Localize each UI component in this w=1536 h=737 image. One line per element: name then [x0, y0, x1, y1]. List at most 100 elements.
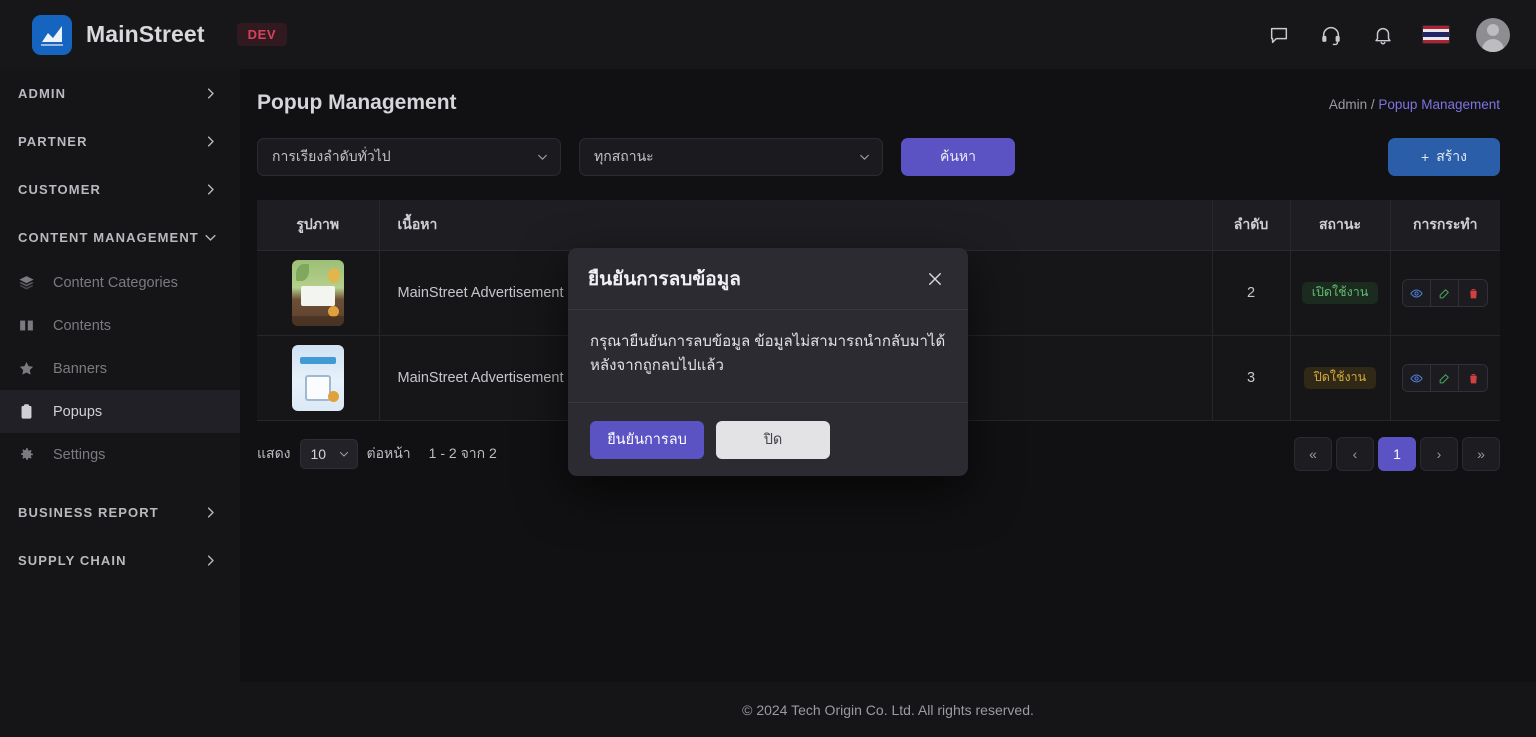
pagination-last[interactable]: »	[1462, 437, 1500, 471]
brand-name: MainStreet	[86, 21, 205, 47]
cell-status: ปิดใช้งาน	[1290, 335, 1391, 421]
pagination-prev[interactable]: ‹	[1336, 437, 1374, 471]
sidebar-section-label: PARTNER	[18, 133, 88, 149]
close-modal-button[interactable]: ปิด	[716, 420, 830, 459]
plus-icon: +	[1421, 149, 1430, 165]
pagination-first[interactable]: «	[1294, 437, 1332, 471]
eye-icon[interactable]	[1403, 280, 1432, 306]
breadcrumb: Admin / Popup Management	[1329, 97, 1500, 112]
popup-thumbnail[interactable]	[291, 345, 344, 411]
create-button-label: สร้าง	[1436, 148, 1467, 164]
chat-icon[interactable]	[1266, 22, 1292, 48]
sidebar-item-label: Banners	[53, 360, 108, 377]
breadcrumb-parent[interactable]: Admin	[1329, 97, 1367, 112]
sidebar-section-label: CUSTOMER	[18, 181, 101, 197]
bell-icon[interactable]	[1370, 22, 1396, 48]
thai-flag-icon[interactable]	[1422, 25, 1450, 44]
cell-actions	[1390, 335, 1500, 421]
page-size-value: 10	[310, 446, 327, 462]
header-content: เนื้อหา	[379, 200, 1213, 251]
sidebar-section-label: BUSINESS REPORT	[18, 504, 159, 520]
sidebar-section-business-report[interactable]: BUSINESS REPORT	[0, 488, 240, 536]
cell-actions	[1390, 250, 1500, 336]
sidebar-item-popups[interactable]: Popups	[0, 390, 240, 433]
chevron-right-icon	[203, 86, 218, 101]
modal-footer: ยืนยันการลบ ปิด	[568, 403, 968, 476]
page-title: Popup Management	[257, 91, 457, 114]
header-actions: การกระทำ	[1390, 200, 1500, 251]
sidebar-item-settings[interactable]: Settings	[0, 433, 240, 476]
table-header-row: รูปภาพ เนื้อหา ลำดับ สถานะ การกระทำ	[257, 200, 1500, 251]
pagination-page-1[interactable]: 1	[1378, 437, 1416, 471]
action-group	[1402, 279, 1489, 307]
sidebar-item-banners[interactable]: Banners	[0, 347, 240, 390]
support-headset-icon[interactable]	[1318, 22, 1344, 48]
trash-icon[interactable]	[1459, 280, 1488, 306]
sidebar-item-label: Contents	[53, 317, 112, 334]
filter-bar: การเรียงลำดับทั่วไป ทุกสถานะ ค้นหา + สร้…	[240, 115, 1536, 176]
edit-icon[interactable]	[1431, 280, 1460, 306]
cell-status: เปิดใช้งาน	[1290, 250, 1391, 336]
header-order: ลำดับ	[1212, 200, 1291, 251]
chevron-right-icon	[203, 134, 218, 149]
search-button[interactable]: ค้นหา	[901, 138, 1015, 176]
modal-body: กรุณายืนยันการลบข้อมูล ข้อมูลไม่สามารถนำ…	[568, 310, 968, 403]
result-range: 1 - 2 จาก 2	[428, 445, 497, 461]
modal-header: ยืนยันการลบข้อมูล	[568, 248, 968, 310]
mainstreet-logo-icon	[32, 14, 72, 55]
per-page-label: ต่อหน้า	[366, 445, 411, 461]
avatar[interactable]	[1476, 17, 1510, 52]
page-header: Popup Management Admin / Popup Managemen…	[240, 69, 1536, 115]
top-bar-actions	[1266, 17, 1536, 52]
sidebar-item-contents[interactable]: Contents	[0, 304, 240, 347]
sidebar-section-content-management[interactable]: CONTENT MANAGEMENT	[0, 213, 240, 261]
create-button[interactable]: + สร้าง	[1388, 138, 1500, 176]
chevron-right-icon	[203, 505, 218, 520]
sidebar-section-supply-chain[interactable]: SUPPLY CHAIN	[0, 536, 240, 584]
sidebar-section-label: ADMIN	[18, 85, 67, 101]
sidebar-section-partner[interactable]: PARTNER	[0, 117, 240, 165]
breadcrumb-current: Popup Management	[1378, 97, 1500, 112]
trash-icon[interactable]	[1459, 365, 1488, 391]
sort-select[interactable]: การเรียงลำดับทั่วไป	[257, 138, 561, 176]
cell-order: 3	[1212, 335, 1291, 421]
sidebar-item-label: Settings	[53, 446, 106, 463]
env-badge: DEV	[236, 23, 288, 46]
eye-icon[interactable]	[1403, 365, 1432, 391]
brand[interactable]: MainStreet	[0, 14, 205, 55]
top-bar: MainStreet DEV	[0, 0, 1536, 69]
status-badge: ปิดใช้งาน	[1303, 367, 1377, 389]
sidebar-section-customer[interactable]: CUSTOMER	[0, 165, 240, 213]
delete-confirm-modal: ยืนยันการลบข้อมูล กรุณายืนยันการลบข้อมูล…	[568, 248, 968, 476]
book-icon	[18, 317, 40, 334]
star-icon	[18, 360, 40, 377]
footer: © 2024 Tech Origin Co. Ltd. All rights r…	[240, 682, 1536, 737]
popup-thumbnail[interactable]	[291, 260, 344, 326]
chevron-down-icon	[338, 448, 350, 460]
edit-icon[interactable]	[1431, 365, 1460, 391]
sidebar-section-admin[interactable]: ADMIN	[0, 69, 240, 117]
sidebar-item-label: Popups	[53, 403, 103, 420]
table-head: รูปภาพ เนื้อหา ลำดับ สถานะ การกระทำ	[257, 200, 1500, 251]
pagination-next[interactable]: ›	[1420, 437, 1458, 471]
close-icon[interactable]	[922, 266, 948, 292]
header-status: สถานะ	[1290, 200, 1391, 251]
show-label: แสดง	[257, 445, 291, 461]
chevron-down-icon	[536, 151, 549, 164]
sidebar-item-content-categories[interactable]: Content Categories	[0, 261, 240, 304]
status-select-value: ทุกสถานะ	[594, 148, 654, 164]
page-size-select[interactable]: 10	[299, 439, 358, 469]
status-select[interactable]: ทุกสถานะ	[579, 138, 883, 176]
action-group	[1402, 364, 1489, 392]
copyright-text: © 2024 Tech Origin Co. Ltd. All rights r…	[742, 701, 1034, 718]
sidebar-item-label: Content Categories	[53, 274, 178, 291]
status-badge: เปิดใช้งาน	[1301, 282, 1379, 304]
clipboard-icon	[18, 403, 40, 420]
chevron-down-icon	[203, 230, 218, 245]
confirm-delete-button[interactable]: ยืนยันการลบ	[590, 420, 704, 459]
cell-order: 2	[1212, 250, 1291, 336]
layers-icon	[18, 274, 40, 291]
chevron-right-icon	[203, 553, 218, 568]
sidebar-section-label: SUPPLY CHAIN	[18, 552, 127, 568]
sidebar: ADMIN PARTNER CUSTOMER CONTENT MANAGEMEN…	[0, 69, 240, 737]
